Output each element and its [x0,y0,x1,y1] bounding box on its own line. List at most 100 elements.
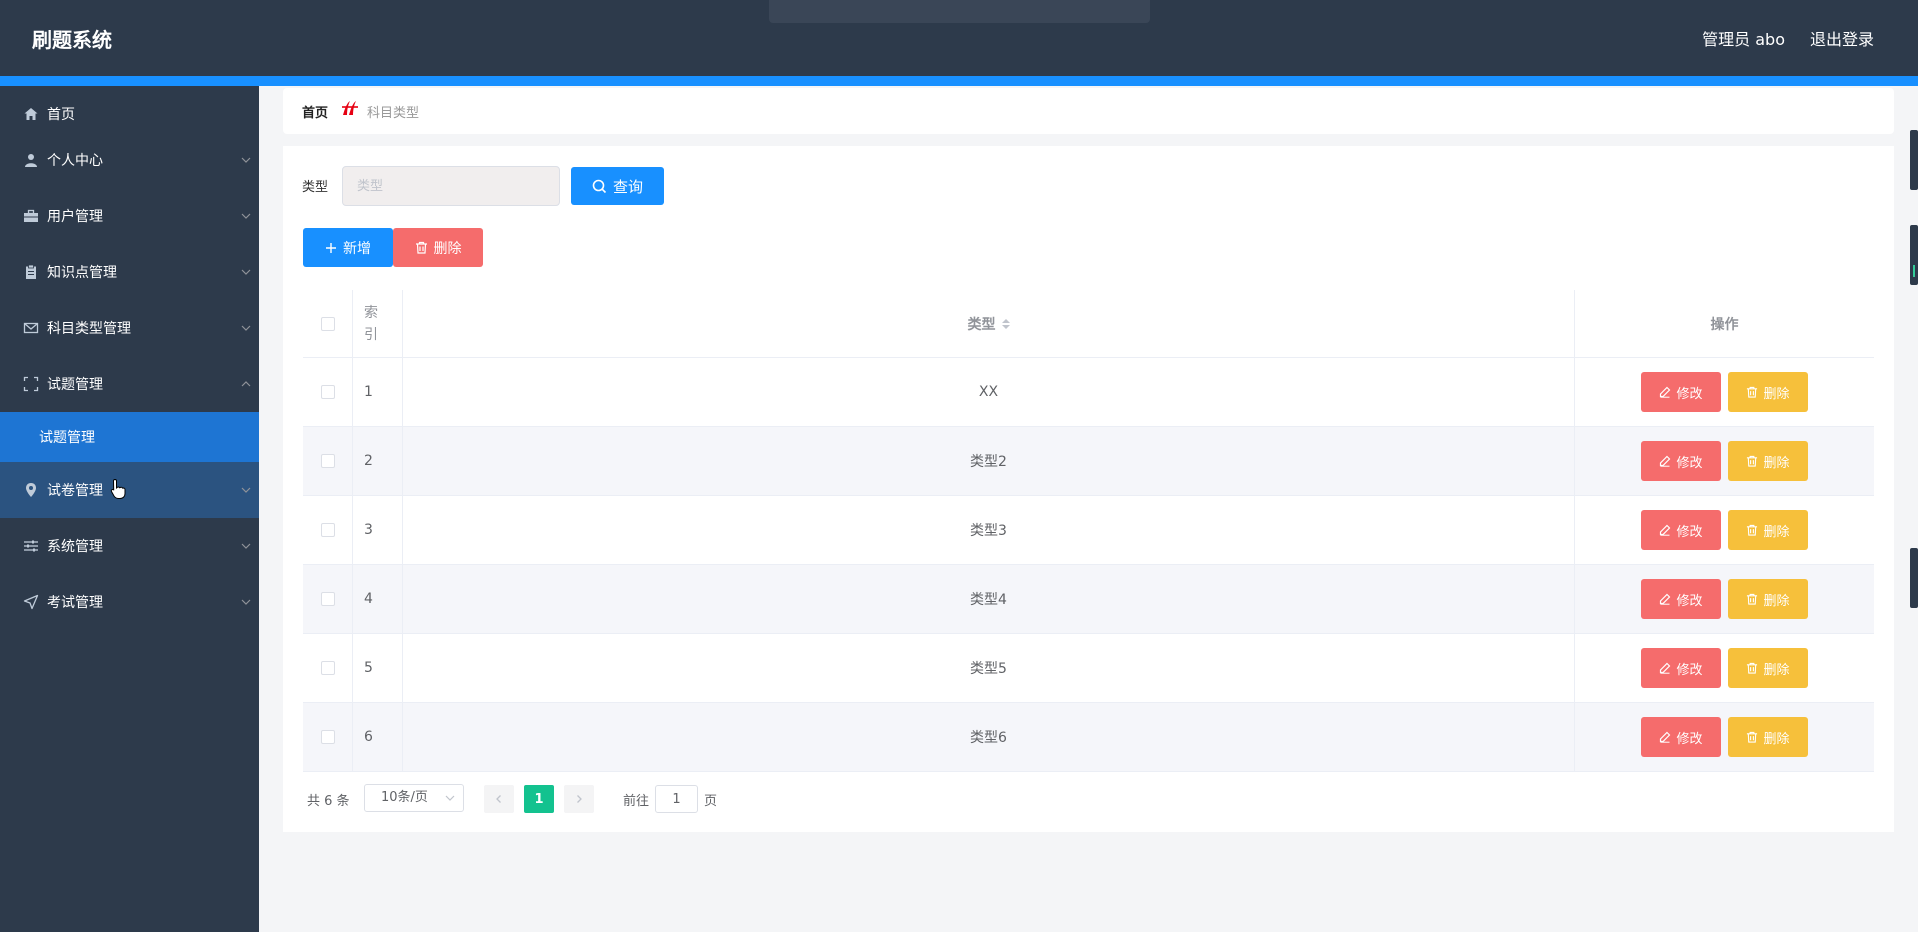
header-index-line1: 索 [364,304,378,321]
sidebar-item-subject-type[interactable]: 科目类型管理 [0,300,259,356]
row-type: 类型5 [403,634,1575,702]
user-icon [22,151,40,169]
trash-icon [1747,593,1758,605]
sidebar-item-label: 个人中心 [47,153,103,169]
next-page-button[interactable] [564,785,594,813]
floating-widget[interactable] [1910,225,1918,285]
add-button[interactable]: 新增 [303,228,393,267]
edit-button-label: 修改 [1676,593,1703,609]
location-icon [22,481,40,499]
edit-icon [1660,455,1671,467]
row-checkbox[interactable] [320,523,335,537]
trash-icon [415,241,427,254]
sidebar-item-label: 试题管理 [39,430,95,446]
delete-button-label: 删除 [1763,524,1790,540]
sidebar-item-knowledge[interactable]: 知识点管理 [0,244,259,300]
delete-button[interactable]: 删除 [1728,441,1808,481]
floating-widget[interactable] [1910,548,1918,608]
search-input[interactable] [342,166,560,206]
sidebar-item-question-management[interactable]: 试题管理 [0,356,259,412]
sidebar-item-system-management[interactable]: 系统管理 [0,518,259,574]
row-type: 类型6 [403,703,1575,771]
prev-page-button[interactable] [484,785,514,813]
delete-button-label: 删除 [1763,662,1790,678]
row-checkbox[interactable] [320,661,335,675]
sidebar-item-label: 科目类型管理 [47,321,131,337]
search-label: 类型 [302,180,329,195]
breadcrumb-home[interactable]: 首页 [302,102,328,121]
sidebar-item-personal-center[interactable]: 个人中心 [0,132,259,188]
header-actions: 操作 [1575,290,1874,357]
edit-icon [1660,593,1671,605]
pagination-total: 共 6 条 [307,794,350,809]
edit-button[interactable]: 修改 [1641,717,1721,757]
edit-button[interactable]: 修改 [1641,372,1721,412]
chevron-right-icon [577,795,582,803]
trash-icon [1747,662,1758,674]
table-row: 5 类型5 修改 删除 [303,634,1874,703]
delete-button[interactable]: 删除 [1728,372,1808,412]
row-checkbox[interactable] [320,454,335,468]
row-type: 类型3 [403,496,1575,564]
sort-icon[interactable] [1001,318,1010,329]
goto-prefix: 前往 [623,794,650,809]
edit-button-label: 修改 [1676,455,1703,471]
goto-page-input[interactable] [655,785,698,813]
trash-icon [1747,524,1758,536]
sidebar-item-exam-management[interactable]: 考试管理 [0,574,259,630]
plus-icon [326,242,336,253]
page-size-select[interactable]: 10条/页 [364,784,464,812]
home-icon [22,105,40,123]
sidebar-item-label: 试题管理 [47,377,103,393]
row-type-value: 类型4 [970,592,1007,608]
delete-button[interactable]: 删除 [1728,510,1808,550]
header-select-all [303,290,353,357]
row-type-value: XX [978,384,999,400]
edit-button-label: 修改 [1676,731,1703,747]
sidebar-item-label: 知识点管理 [47,265,117,281]
page-number-current[interactable]: 1 [524,785,554,813]
add-button-label: 新增 [343,240,371,257]
table-row: 4 类型4 修改 删除 [303,565,1874,634]
header-type[interactable]: 类型 [403,290,1575,357]
edit-button[interactable]: 修改 [1641,510,1721,550]
query-button[interactable]: 查询 [571,167,664,205]
batch-delete-button[interactable]: 删除 [393,228,483,267]
chevron-left-icon [496,795,501,803]
row-select-cell [303,565,353,633]
user-name: 管理员 abo [1702,30,1785,49]
delete-button[interactable]: 删除 [1728,717,1808,757]
row-actions: 修改 删除 [1575,634,1874,702]
row-checkbox[interactable] [320,730,335,744]
sidebar-item-label: 系统管理 [47,539,103,555]
fullscreen-icon [22,375,40,393]
sidebar-item-label: 考试管理 [47,595,103,611]
logout-button[interactable]: 退出登录 [1810,26,1874,50]
floating-widget[interactable] [1910,130,1918,190]
edit-button[interactable]: 修改 [1641,441,1721,481]
delete-button-label: 删除 [1763,731,1790,747]
row-index-value: 1 [364,384,373,400]
edit-button[interactable]: 修改 [1641,648,1721,688]
delete-button[interactable]: 删除 [1728,648,1808,688]
app-title: 刷题系统 [32,28,112,52]
edit-button[interactable]: 修改 [1641,579,1721,619]
row-actions: 修改 删除 [1575,703,1874,771]
sidebar-subitem-question-management[interactable]: 试题管理 [0,412,259,462]
row-index: 6 [353,703,403,771]
sidebar-item-user-management[interactable]: 用户管理 [0,188,259,244]
row-actions: 修改 删除 [1575,427,1874,495]
delete-button[interactable]: 删除 [1728,579,1808,619]
chevron-down-icon [239,539,253,553]
trash-icon [1747,731,1758,743]
row-index: 4 [353,565,403,633]
select-all-checkbox[interactable] [320,316,335,331]
trash-icon [1747,455,1758,467]
row-type: XX [403,358,1575,426]
row-checkbox[interactable] [320,592,335,606]
edit-icon [1660,524,1671,536]
sidebar-item-paper-management[interactable]: 试卷管理 [0,462,259,518]
row-checkbox[interactable] [320,385,335,399]
header-index: 索 引 [353,290,403,357]
sidebar: 首页 个人中心 用户管理 知识点管理 科目类型管理 试题管理 试题管理 试卷管理… [0,86,259,932]
